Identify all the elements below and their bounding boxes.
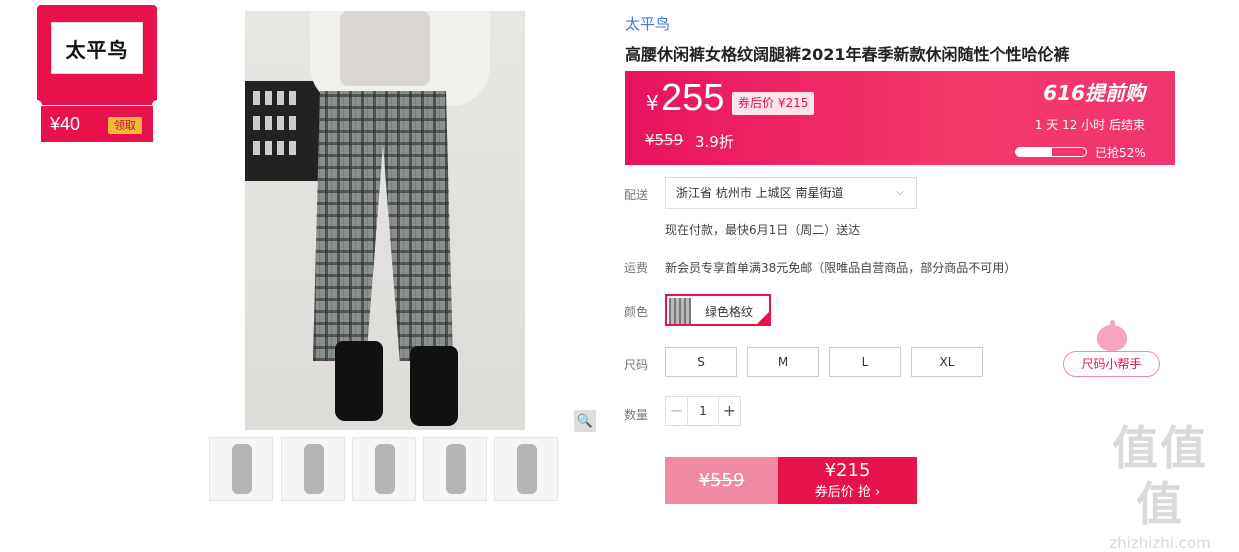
selected-check-icon [756, 311, 770, 325]
delivery-label: 配送 [624, 188, 649, 202]
main-product-image [245, 11, 525, 430]
magnifier-icon[interactable]: 🔍 [574, 410, 596, 432]
thumbnail-3[interactable] [352, 437, 416, 501]
decrease-quantity-button[interactable]: − [666, 397, 688, 425]
sweater-graphic [340, 11, 430, 86]
size-option-xl[interactable]: XL [911, 347, 983, 377]
size-option-s[interactable]: S [665, 347, 737, 377]
thumbnail-4[interactable] [423, 437, 487, 501]
watermark-url: zhizhizhi.com [1109, 534, 1211, 552]
watermark-logo: 值值值 [1112, 421, 1208, 531]
chevron-down-icon: ⌵ [896, 187, 904, 198]
color-swatch-image [669, 298, 691, 324]
product-title: 高腰休闲裤女格纹阔腿裤2021年春季新款休闲随性个性哈伦裤 [625, 45, 1070, 64]
sold-percentage: 已抢52% [1095, 146, 1146, 160]
coupon-separator [37, 105, 157, 106]
claim-coupon-button[interactable]: 领取 [108, 117, 142, 134]
right-boot [410, 346, 458, 426]
quantity-value[interactable]: 1 [688, 397, 718, 425]
left-boot [335, 341, 383, 421]
thumbnail-1[interactable] [209, 437, 273, 501]
color-option-selected[interactable]: 绿色格纹 [665, 294, 771, 326]
original-price: ¥559 [645, 131, 684, 149]
sold-progress-bar [1015, 147, 1087, 157]
size-option-m[interactable]: M [747, 347, 819, 377]
buy-action-label: 券后价 抢 › [814, 485, 881, 500]
brand-link[interactable]: 太平鸟 [625, 13, 670, 34]
buy-original-price: ¥559 [665, 457, 778, 504]
countdown-timer: 1 天 12 小时 后结束 [1034, 118, 1145, 132]
currency-symbol: ¥ [646, 91, 659, 115]
price-panel: ¥ 255 券后价 ¥215 ¥559 3.9折 616提前购 1 天 12 小… [625, 71, 1175, 165]
size-helper-button[interactable]: 尺码小帮手 [1063, 351, 1160, 377]
background-wall [245, 81, 320, 181]
coupon-amount: ¥40 [50, 114, 81, 134]
discount-rate: 3.9折 [695, 133, 734, 151]
color-label: 颜色 [624, 305, 649, 319]
size-helper[interactable]: 尺码小帮手 [1063, 320, 1160, 377]
thumbnail-2[interactable] [281, 437, 345, 501]
current-price: 255 [661, 77, 725, 119]
size-option-l[interactable]: L [829, 347, 901, 377]
increase-quantity-button[interactable]: + [718, 397, 740, 425]
mascot-icon [1097, 320, 1127, 351]
delivery-eta: 现在付款，最快6月1日（周二）送达 [665, 223, 861, 237]
size-label: 尺码 [624, 358, 649, 372]
buy-button[interactable]: ¥559 ¥215 券后价 抢 › [665, 457, 917, 504]
promo-event-label: 616提前购 [1043, 81, 1145, 105]
address-value: 浙江省 杭州市 上城区 南星街道 [676, 186, 844, 200]
plaid-pants [313, 91, 453, 361]
buy-now-button[interactable]: ¥215 券后价 抢 › [778, 457, 917, 504]
shop-coupon-badge[interactable]: 太平鸟 ¥40 领取 [32, 5, 162, 142]
site-watermark: 值值值 zhizhizhi.com [1090, 420, 1230, 552]
sold-progress-fill [1016, 148, 1053, 156]
quantity-label: 数量 [624, 408, 649, 422]
color-option-label: 绿色格纹 [705, 305, 754, 319]
buy-coupon-price: ¥215 [824, 460, 871, 481]
brand-logo: 太平鸟 [51, 22, 143, 74]
shipping-info: 新会员专享首单满38元免邮（限唯品自营商品，部分商品不可用） [665, 261, 1017, 275]
address-select[interactable]: 浙江省 杭州市 上城区 南星街道 ⌵ [665, 177, 917, 209]
coupon-price-tag: 券后价 ¥215 [732, 92, 815, 115]
shipping-label: 运费 [624, 261, 649, 275]
quantity-stepper: − 1 + [665, 396, 741, 426]
thumbnail-5[interactable] [494, 437, 558, 501]
